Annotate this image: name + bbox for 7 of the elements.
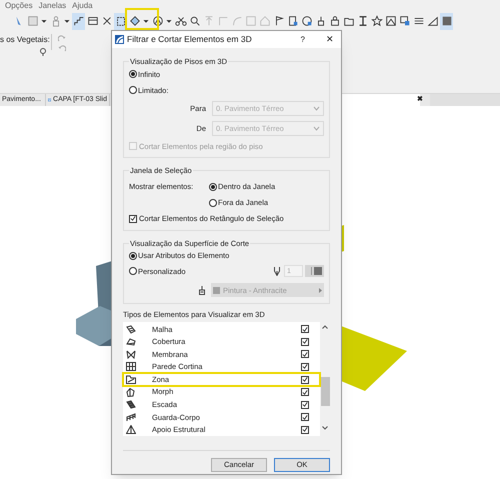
close-button[interactable]: ✕ [326, 32, 334, 46]
menu-item[interactable]: Janelas [38, 0, 66, 11]
help-button[interactable]: ? [300, 34, 305, 46]
menu-item[interactable]: Opções [5, 0, 33, 11]
menu-item[interactable]: Ajuda [72, 0, 93, 11]
info-label: s os Vegetais: [0, 34, 50, 46]
dialog-title: Filtrar e Cortar Elementos em 3D [127, 33, 252, 46]
